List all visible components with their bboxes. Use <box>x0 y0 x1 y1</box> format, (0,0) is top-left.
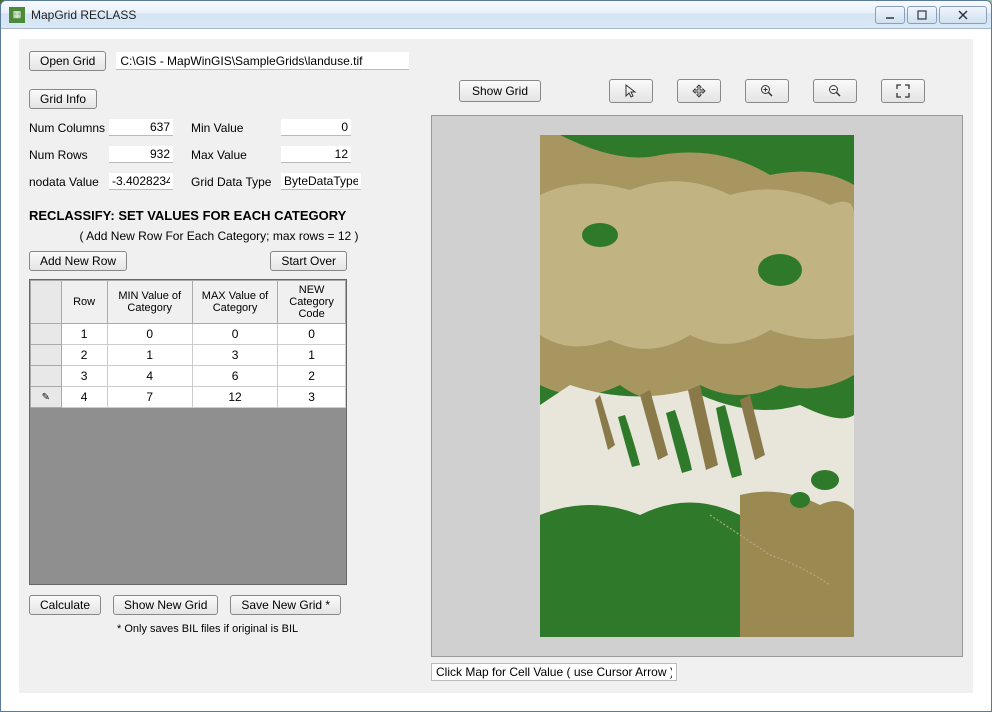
show-grid-button[interactable]: Show Grid <box>459 80 541 102</box>
cell-max[interactable]: 3 <box>192 345 277 366</box>
min-value-label: Min Value <box>191 121 281 135</box>
row-marker <box>31 345 62 366</box>
cell-row[interactable]: 2 <box>61 345 107 366</box>
calculate-button[interactable]: Calculate <box>29 595 101 615</box>
left-panel: Open Grid Grid Info Num Columns Min Valu… <box>29 51 409 635</box>
table-header-new: NEW Category Code <box>278 281 346 324</box>
show-new-grid-button[interactable]: Show New Grid <box>113 595 218 615</box>
cell-max[interactable]: 0 <box>192 324 277 345</box>
zoom-out-tool[interactable] <box>813 79 857 103</box>
cell-row[interactable]: 3 <box>61 366 107 387</box>
num-rows-field[interactable] <box>109 146 173 163</box>
cell-min[interactable]: 7 <box>107 387 192 408</box>
close-button[interactable] <box>939 6 987 24</box>
grid-path-input[interactable] <box>116 52 409 70</box>
nodata-field[interactable] <box>109 173 173 190</box>
max-value-label: Max Value <box>191 148 281 162</box>
zoom-out-icon <box>827 83 843 99</box>
cell-min[interactable]: 1 <box>107 345 192 366</box>
cell-max[interactable]: 6 <box>192 366 277 387</box>
right-panel: Show Grid <box>431 79 963 683</box>
min-value-field[interactable] <box>281 119 351 136</box>
open-grid-button[interactable]: Open Grid <box>29 51 106 71</box>
reclass-table-container: Row MIN Value of Category MAX Value of C… <box>29 279 347 585</box>
cell-row[interactable]: 1 <box>61 324 107 345</box>
table-row[interactable]: ✎47123 <box>31 387 346 408</box>
num-rows-label: Num Rows <box>29 148 109 162</box>
zoom-in-tool[interactable] <box>745 79 789 103</box>
window-title: MapGrid RECLASS <box>29 8 873 22</box>
num-columns-field[interactable] <box>109 119 173 136</box>
table-row[interactable]: 2131 <box>31 345 346 366</box>
cell-min[interactable]: 0 <box>107 324 192 345</box>
save-new-grid-button[interactable]: Save New Grid * <box>230 595 341 615</box>
cell-row[interactable]: 4 <box>61 387 107 408</box>
cell-new[interactable]: 2 <box>278 366 346 387</box>
table-row[interactable]: 1000 <box>31 324 346 345</box>
datatype-field[interactable] <box>281 173 361 190</box>
nodata-label: nodata Value <box>29 175 109 189</box>
cell-new[interactable]: 3 <box>278 387 346 408</box>
num-columns-label: Num Columns <box>29 121 109 135</box>
app-icon: ▦ <box>9 7 25 23</box>
map-status-input[interactable] <box>431 663 677 681</box>
cursor-tool[interactable] <box>609 79 653 103</box>
cell-new[interactable]: 0 <box>278 324 346 345</box>
zoom-in-icon <box>759 83 775 99</box>
reclass-table[interactable]: Row MIN Value of Category MAX Value of C… <box>30 280 346 408</box>
minimize-button[interactable] <box>875 6 905 24</box>
cursor-icon <box>623 83 639 99</box>
table-row[interactable]: 3462 <box>31 366 346 387</box>
map-canvas[interactable] <box>431 115 963 657</box>
footnote: * Only saves BIL files if original is BI… <box>117 623 409 635</box>
reclassify-subtext: ( Add New Row For Each Category; max row… <box>29 227 409 251</box>
cell-max[interactable]: 12 <box>192 387 277 408</box>
app-window: ▦ MapGrid RECLASS Open Grid Grid Info Nu… <box>0 0 992 712</box>
pan-tool[interactable] <box>677 79 721 103</box>
full-extent-tool[interactable] <box>881 79 925 103</box>
reclassify-title: RECLASSIFY: SET VALUES FOR EACH CATEGORY <box>29 208 409 223</box>
pan-icon <box>691 83 707 99</box>
maximize-button[interactable] <box>907 6 937 24</box>
cell-min[interactable]: 4 <box>107 366 192 387</box>
add-new-row-button[interactable]: Add New Row <box>29 251 127 271</box>
start-over-button[interactable]: Start Over <box>270 251 347 271</box>
titlebar: ▦ MapGrid RECLASS <box>1 1 991 29</box>
row-marker: ✎ <box>31 387 62 408</box>
grid-info-button[interactable]: Grid Info <box>29 89 97 109</box>
content-area: Open Grid Grid Info Num Columns Min Valu… <box>19 39 973 693</box>
map-toolbar: Show Grid <box>459 79 963 103</box>
table-header-row: Row <box>61 281 107 324</box>
max-value-field[interactable] <box>281 146 351 163</box>
datatype-label: Grid Data Type <box>191 175 281 189</box>
table-header-min: MIN Value of Category <box>107 281 192 324</box>
row-marker <box>31 324 62 345</box>
cell-new[interactable]: 1 <box>278 345 346 366</box>
table-header-mark <box>31 281 62 324</box>
expand-icon <box>895 83 911 99</box>
map-image <box>540 135 854 637</box>
table-header-max: MAX Value of Category <box>192 281 277 324</box>
row-marker <box>31 366 62 387</box>
